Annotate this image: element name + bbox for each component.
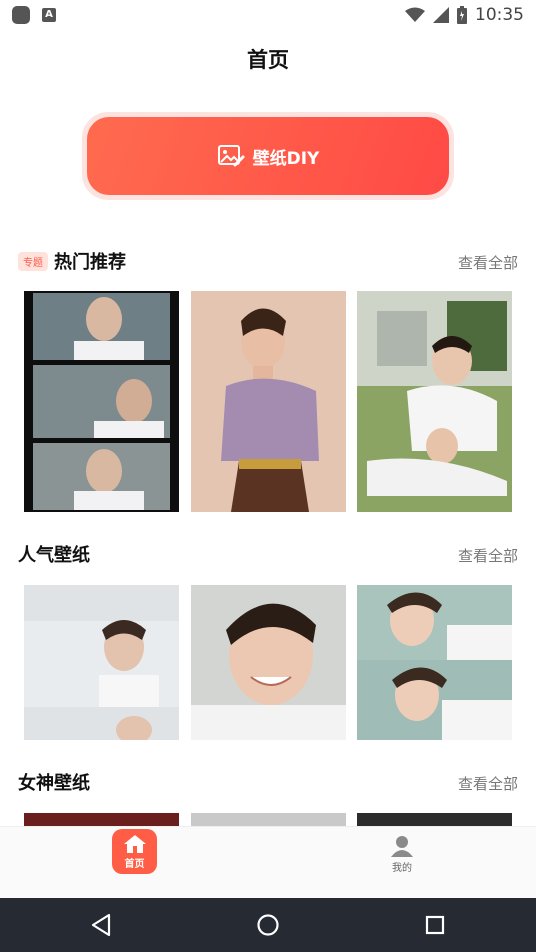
tab-home-label: 首页 — [124, 858, 145, 870]
tab-mine-label: 我的 — [392, 862, 412, 874]
signal-icon — [433, 7, 449, 23]
wifi-icon — [405, 7, 425, 22]
wallpaper-thumbnail[interactable] — [191, 291, 346, 512]
bottom-tab-bar: 首页 我的 — [0, 826, 536, 898]
a-notification-icon: A — [42, 8, 56, 22]
wallpaper-diy-button[interactable]: 壁纸DIY — [87, 117, 449, 195]
image-edit-icon — [217, 145, 245, 167]
home-circle-icon[interactable] — [253, 910, 283, 940]
diy-label: 壁纸DIY — [252, 148, 320, 169]
home-icon — [123, 834, 146, 853]
page-title: 首页 — [247, 48, 289, 72]
recents-icon[interactable] — [420, 910, 450, 940]
see-all-link[interactable]: 查看全部 — [458, 252, 518, 273]
wallpaper-thumbnail[interactable] — [24, 291, 179, 512]
see-all-link[interactable]: 查看全部 — [458, 773, 518, 794]
tab-home[interactable]: 首页 — [112, 829, 157, 874]
section-title: 热门推荐 — [54, 252, 126, 273]
wallpaper-thumbnail[interactable] — [357, 291, 512, 512]
system-nav-bar — [0, 898, 536, 952]
back-icon[interactable] — [87, 910, 117, 940]
app-notification-icon — [12, 6, 30, 24]
see-all-link[interactable]: 查看全部 — [458, 545, 518, 566]
topic-badge: 专题 — [18, 251, 48, 271]
wallpaper-thumbnail[interactable] — [357, 813, 512, 826]
wallpaper-thumbnail[interactable] — [24, 813, 179, 826]
wallpaper-thumbnail[interactable] — [357, 585, 512, 740]
diy-button-halo: 壁纸DIY — [82, 112, 454, 200]
section-hot-recommend: 专题 热门推荐 查看全部 — [18, 248, 518, 276]
tab-mine[interactable]: 我的 — [378, 831, 426, 877]
wallpaper-thumbnail[interactable] — [24, 585, 179, 740]
section-title: 人气壁纸 — [18, 545, 90, 566]
section-goddess-wallpapers: 女神壁纸 查看全部 — [18, 769, 518, 797]
section-popular-wallpapers: 人气壁纸 查看全部 — [18, 541, 518, 569]
clock: 10:35 — [475, 5, 524, 25]
wallpaper-thumbnail[interactable] — [191, 813, 346, 826]
battery-icon — [457, 6, 467, 24]
status-bar: A 10:35 — [0, 0, 536, 30]
section-title: 女神壁纸 — [18, 773, 90, 794]
person-icon — [391, 835, 413, 857]
wallpaper-thumbnail[interactable] — [191, 585, 346, 740]
